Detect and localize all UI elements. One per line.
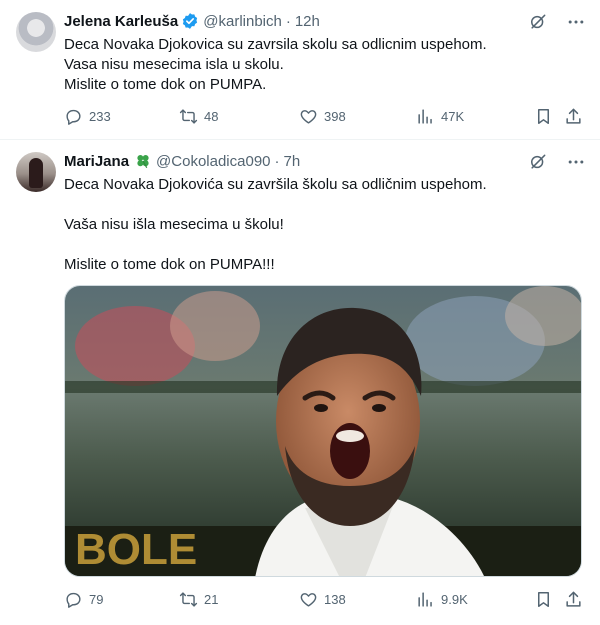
repost-button[interactable]: 48 xyxy=(179,106,218,126)
tweet-text-line: Deca Novaka Djokovića su završila školu … xyxy=(64,176,487,193)
repost-icon xyxy=(179,108,198,124)
tweet-text-line: Mislite o tome dok on PUMPA. xyxy=(64,76,267,93)
bookmark-button[interactable] xyxy=(534,589,553,609)
tweet-text-line xyxy=(64,235,584,255)
like-count: 398 xyxy=(324,108,346,124)
tweet-text-line: Mislite o tome dok on PUMPA!!! xyxy=(64,256,275,273)
repost-icon xyxy=(179,591,198,607)
share-button[interactable] xyxy=(564,106,583,126)
repost-button[interactable]: 21 xyxy=(179,589,218,609)
separator-dot: · xyxy=(274,152,280,170)
tweet-text: Deca Novaka Djokovica su zavrsila skolu … xyxy=(64,35,584,95)
tweet-top-actions xyxy=(528,152,586,172)
tweet-text-line xyxy=(64,195,584,215)
repost-count: 21 xyxy=(204,591,219,607)
tweet-text: Deca Novaka Djokovića su završila školu … xyxy=(64,175,584,275)
separator-dot: · xyxy=(285,12,291,30)
tweet-header: Jelena Karleuša @karlinbich · 12h xyxy=(64,11,320,31)
views-icon xyxy=(418,108,432,124)
tweet-text-line: Deca Novaka Djokovica su zavrsila skolu … xyxy=(64,36,487,53)
tweet-actions: 233 48 398 47K xyxy=(64,106,594,126)
reply-icon xyxy=(66,109,81,125)
views-icon xyxy=(418,591,432,607)
tweet[interactable]: Jelena Karleuša @karlinbich · 12h Deca N… xyxy=(0,0,600,140)
share-icon xyxy=(566,591,581,607)
tweet-top-actions xyxy=(528,12,586,32)
grok-icon[interactable] xyxy=(528,152,548,172)
four-leaf-clover-icon xyxy=(134,152,152,170)
avatar-figure xyxy=(29,158,43,188)
verified-badge-icon xyxy=(181,12,199,30)
reply-count: 233 xyxy=(89,108,111,124)
like-button[interactable]: 138 xyxy=(299,589,346,609)
author-name[interactable]: MariJana xyxy=(64,153,129,170)
grok-icon[interactable] xyxy=(528,12,548,32)
views-count: 9.9K xyxy=(441,591,468,607)
tweet-actions: 79 21 138 9.9K xyxy=(64,589,594,609)
tweet-text-line: Vasa nisu mesecima isla u skolu. xyxy=(64,56,284,73)
views-button[interactable]: 9.9K xyxy=(416,589,468,609)
tweet-header: MariJana @Cokoladica090 · 7h xyxy=(64,151,300,171)
like-icon xyxy=(300,592,317,607)
avatar[interactable] xyxy=(16,152,56,192)
more-icon[interactable] xyxy=(566,12,586,32)
reply-icon xyxy=(66,592,81,608)
share-icon xyxy=(566,108,581,124)
tweet-photo[interactable]: BOLE xyxy=(64,285,582,577)
like-count: 138 xyxy=(324,591,346,607)
bookmark-icon xyxy=(537,108,550,124)
reply-count: 79 xyxy=(89,591,104,607)
timestamp[interactable]: 12h xyxy=(295,13,320,30)
tweet-text-line: Vaša nisu išla mesecima u školu! xyxy=(64,216,284,233)
share-button[interactable] xyxy=(564,589,583,609)
bookmark-button[interactable] xyxy=(534,106,553,126)
reply-button[interactable]: 79 xyxy=(64,589,103,609)
views-button[interactable]: 47K xyxy=(416,106,464,126)
author-handle[interactable]: @Cokoladica090 xyxy=(156,153,270,170)
svg-text:BOLE: BOLE xyxy=(75,525,197,574)
author-name[interactable]: Jelena Karleuša xyxy=(64,13,178,30)
like-icon xyxy=(300,109,317,124)
like-button[interactable]: 398 xyxy=(299,106,346,126)
bookmark-icon xyxy=(537,591,550,607)
timestamp[interactable]: 7h xyxy=(284,153,301,170)
avatar[interactable] xyxy=(16,12,56,52)
reply-button[interactable]: 233 xyxy=(64,106,111,126)
views-count: 47K xyxy=(441,108,465,124)
author-handle[interactable]: @karlinbich xyxy=(203,13,282,30)
tweet[interactable]: MariJana @Cokoladica090 · 7h Deca Novaka… xyxy=(0,140,600,625)
repost-count: 48 xyxy=(204,108,219,124)
more-icon[interactable] xyxy=(566,152,586,172)
